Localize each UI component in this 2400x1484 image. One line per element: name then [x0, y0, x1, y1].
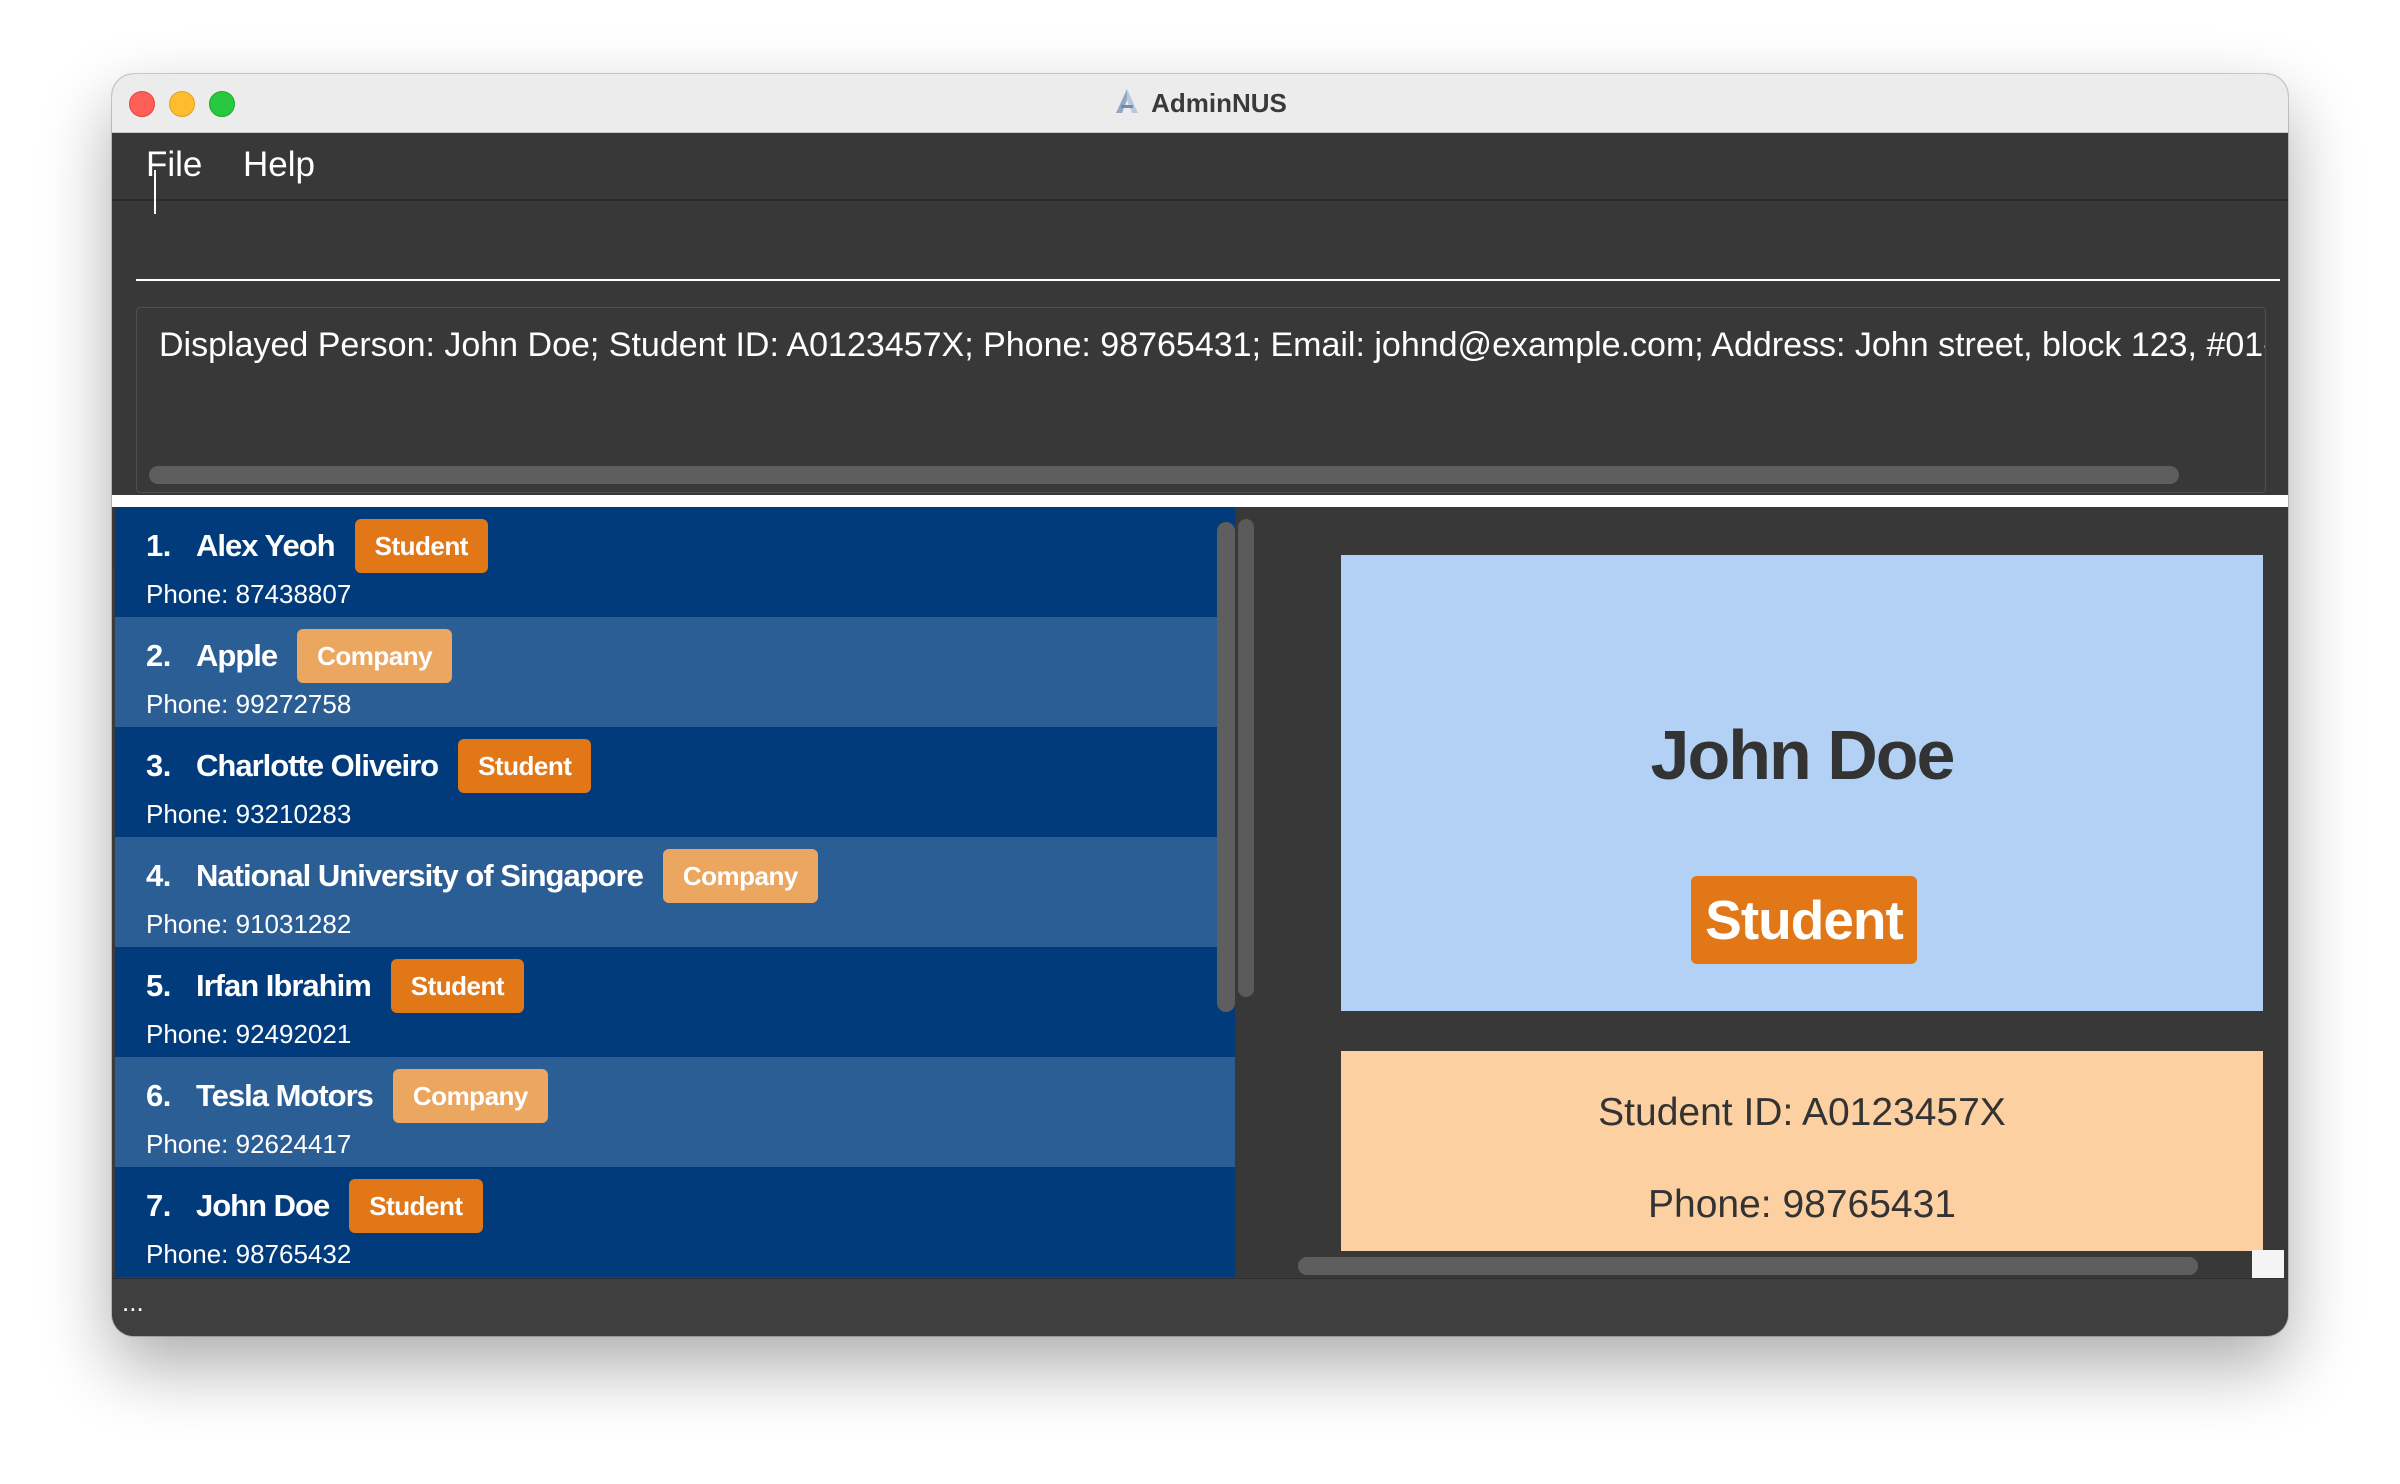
app-window: AdminNUS File Help Displayed Person: Joh… — [112, 74, 2288, 1336]
window-title-group: AdminNUS — [112, 74, 2288, 132]
person-list: 1. Alex Yeoh Student Phone: 87438807 2. … — [115, 507, 1235, 1277]
person-name: John Doe — [196, 1188, 330, 1223]
menu-bar: File Help — [112, 133, 2288, 201]
student-tag: Student — [458, 739, 592, 793]
person-name: Charlotte Oliveiro — [196, 748, 439, 783]
result-message: Displayed Person: John Doe; Student ID: … — [159, 326, 2266, 364]
person-name: Apple — [196, 638, 278, 673]
status-text: ... — [122, 1287, 144, 1317]
company-tag: Company — [662, 849, 818, 903]
student-tag: Student — [354, 519, 488, 573]
person-phone: Phone: 93210283 — [146, 799, 352, 829]
adminus-logo-icon — [1113, 87, 1141, 120]
detail-header-card: John Doe Student — [1341, 555, 2263, 1011]
company-tag: Company — [297, 629, 453, 683]
person-index: 1. — [146, 528, 171, 563]
person-name: Irfan Ibrahim — [196, 968, 372, 1003]
detail-student-id: Student ID: A0123457X — [1598, 1091, 2006, 1134]
panel-divider[interactable] — [112, 495, 2288, 507]
text-cursor — [154, 170, 156, 214]
person-phone: Phone: 87438807 — [146, 579, 352, 609]
person-phone: Phone: 91031282 — [146, 909, 352, 939]
person-index: 7. — [146, 1188, 171, 1223]
command-input[interactable] — [136, 215, 2280, 281]
detail-info-card: Student ID: A0123457X Phone: 98765431 — [1341, 1051, 2263, 1251]
person-card[interactable]: 7. John Doe Student Phone: 98765432 — [115, 1167, 1235, 1277]
person-detail-panel: John Doe Student Student ID: A0123457X P… — [1265, 507, 2288, 1277]
person-card[interactable]: 5. Irfan Ibrahim Student Phone: 92492021 — [115, 947, 1235, 1057]
person-index: 4. — [146, 858, 171, 893]
person-phone: Phone: 98765432 — [146, 1239, 352, 1269]
company-tag: Company — [392, 1069, 548, 1123]
window-title: AdminNUS — [1151, 87, 1287, 118]
person-card[interactable]: 1. Alex Yeoh Student Phone: 87438807 — [115, 507, 1235, 617]
person-index: 3. — [146, 748, 171, 783]
person-name: Alex Yeoh — [196, 528, 336, 563]
result-horizontal-scrollbar[interactable] — [149, 466, 2179, 484]
student-tag: Student — [349, 1179, 483, 1233]
person-name: National University of Singapore — [196, 858, 644, 893]
person-card[interactable]: 2. Apple Company Phone: 99272758 — [115, 617, 1235, 727]
person-phone: Phone: 99272758 — [146, 689, 352, 719]
person-index: 6. — [146, 1078, 171, 1113]
detail-vertical-scrollbar[interactable] — [1217, 522, 1235, 1012]
person-card[interactable]: 6. Tesla Motors Company Phone: 92624417 — [115, 1057, 1235, 1167]
detail-student-tag: Student — [1691, 876, 1917, 964]
person-phone: Phone: 92624417 — [146, 1129, 352, 1159]
person-name: Tesla Motors — [196, 1078, 374, 1113]
person-index: 5. — [146, 968, 171, 1003]
menu-help[interactable]: Help — [243, 143, 315, 187]
status-bar: ... — [112, 1278, 2288, 1336]
person-card[interactable]: 3. Charlotte Oliveiro Student Phone: 932… — [115, 727, 1235, 837]
list-vertical-scrollbar[interactable] — [1238, 519, 1254, 997]
person-index: 2. — [146, 638, 171, 673]
result-text-area[interactable]: Displayed Person: John Doe; Student ID: … — [136, 307, 2266, 493]
student-tag: Student — [390, 959, 525, 1013]
title-bar: AdminNUS — [112, 74, 2288, 133]
person-card[interactable]: 4. National University of Singapore Comp… — [115, 837, 1235, 947]
command-box — [112, 201, 2288, 293]
detail-name: John Doe — [1650, 716, 1956, 794]
detail-horizontal-scrollbar[interactable] — [1298, 1257, 2198, 1275]
person-phone: Phone: 92492021 — [146, 1019, 352, 1049]
detail-phone: Phone: 98765431 — [1648, 1183, 1956, 1226]
scroll-corner — [2252, 1250, 2284, 1280]
